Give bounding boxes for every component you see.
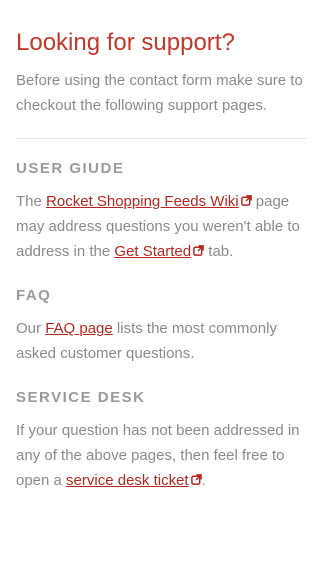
service-desk-text: If your question has not been addressed … [16,418,309,493]
service-desk-heading: SERVICE DESK [16,389,146,406]
faq-text: Our FAQ page lists the most commonly ask… [16,316,309,366]
support-title: Looking for support? [16,29,235,56]
support-panel: Looking for support? Before using the co… [0,0,325,493]
service-desk-suffix: . [201,472,206,489]
divider [16,138,307,139]
user-guide-text: The Rocket Shopping Feeds Wiki page may … [16,189,309,264]
faq-section: FAQ Our FAQ page lists the most commonly… [16,286,309,366]
user-guide-heading: USER GIUDE [16,160,125,177]
user-guide-suffix: tab. [204,243,234,260]
user-guide-section: USER GIUDE The Rocket Shopping Feeds Wik… [16,159,309,264]
service-desk-ticket-link[interactable]: service desk ticket [66,472,189,489]
service-desk-section: SERVICE DESK If your question has not be… [16,388,309,493]
support-intro: Before using the contact form make sure … [16,72,303,114]
external-link-icon[interactable] [190,474,202,485]
external-link-icon[interactable] [193,245,204,256]
faq-page-link[interactable]: FAQ page [45,320,113,337]
external-link-icon[interactable] [240,195,252,206]
wiki-link[interactable]: Rocket Shopping Feeds Wiki [46,193,239,210]
get-started-link[interactable]: Get Started [114,243,191,260]
faq-heading: FAQ [16,287,52,304]
faq-prefix: Our [16,320,46,337]
user-guide-prefix: The [16,193,47,210]
